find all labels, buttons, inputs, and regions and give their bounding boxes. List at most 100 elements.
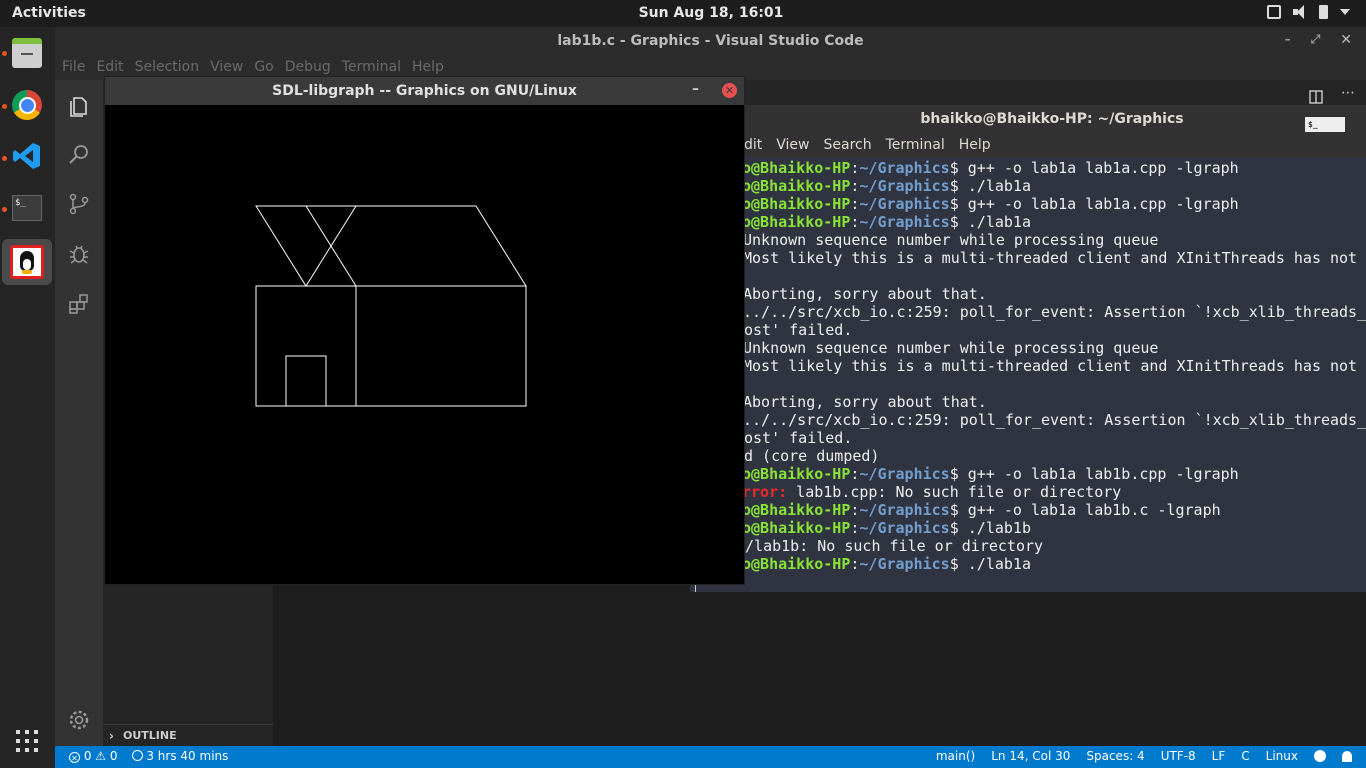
maximize-button[interactable]: ⤢ bbox=[1311, 32, 1321, 48]
terminal-line: Most likely this is a multi-threaded cli… bbox=[690, 357, 1366, 375]
prompt-path: ~/Graphics bbox=[859, 501, 950, 519]
time-text: 3 hrs 40 mins bbox=[146, 749, 229, 763]
feedback-smiley-icon[interactable] bbox=[1314, 750, 1326, 762]
status-position[interactable]: Ln 14, Col 30 bbox=[991, 749, 1070, 763]
gear-icon[interactable] bbox=[67, 708, 91, 732]
terminal-line: Aborting, sorry about that. bbox=[690, 393, 1366, 411]
chevron-right-icon: › bbox=[109, 729, 114, 743]
running-indicator bbox=[2, 207, 7, 212]
term-menu-search[interactable]: Search bbox=[817, 133, 879, 157]
files-launcher[interactable] bbox=[8, 34, 46, 72]
vscode-launcher[interactable] bbox=[8, 137, 46, 175]
status-platform[interactable]: Linux bbox=[1266, 749, 1298, 763]
terminal-line: Aborting, sorry about that. bbox=[690, 285, 1366, 303]
term-menu-help[interactable]: Help bbox=[952, 133, 998, 157]
terminal-line: ../../src/xcb_io.c:259: poll_for_event: … bbox=[690, 303, 1366, 321]
command-text: $ ./lab1a bbox=[949, 555, 1031, 573]
terminal-line: o@Bhaikko-HP:~/Graphics$ ./lab1a bbox=[690, 555, 1366, 573]
penguin-icon bbox=[10, 245, 44, 279]
output-text: ost' failed. bbox=[744, 321, 853, 339]
terminal-line: o@Bhaikko-HP:~/Graphics$ ./lab1a bbox=[690, 213, 1366, 231]
dock: $_ bbox=[0, 27, 55, 768]
prompt-user: o@Bhaikko-HP bbox=[742, 555, 851, 573]
output-text: Aborting, sorry about that. bbox=[743, 285, 987, 303]
prompt-user: o@Bhaikko-HP bbox=[742, 159, 851, 177]
file-cabinet-icon bbox=[12, 38, 42, 68]
top-bar: Activities Sun Aug 18, 16:01 bbox=[0, 0, 1366, 27]
status-spaces[interactable]: Spaces: 4 bbox=[1086, 749, 1144, 763]
clock[interactable]: Sun Aug 18, 16:01 bbox=[0, 5, 1366, 21]
activity-bar bbox=[55, 80, 103, 746]
debug-icon[interactable] bbox=[67, 242, 91, 266]
terminal-badge: $_ bbox=[1305, 117, 1345, 132]
status-language[interactable]: C bbox=[1241, 749, 1249, 763]
sdl-window: SDL-libgraph -- Graphics on GNU/Linux – … bbox=[104, 76, 745, 585]
minimize-button[interactable]: – bbox=[1285, 32, 1291, 48]
outline-section[interactable]: › OUTLINE bbox=[103, 724, 273, 747]
output-text: Unknown sequence number while processing… bbox=[743, 231, 1159, 249]
time-tracker[interactable]: 3 hrs 40 mins bbox=[131, 749, 229, 763]
term-menu-view[interactable]: View bbox=[769, 133, 816, 157]
house-side-wall bbox=[355, 285, 527, 407]
clock-icon bbox=[131, 750, 143, 761]
command-text: $ g++ -o lab1a lab1b.cpp -lgraph bbox=[949, 465, 1239, 483]
output-text: Unknown sequence number while processing… bbox=[743, 339, 1159, 357]
explorer-icon[interactable] bbox=[67, 94, 91, 118]
house-door bbox=[285, 355, 327, 407]
terminal-line: ost' failed. bbox=[690, 321, 1366, 339]
terminal-titlebar: bhaikko@Bhaikko-HP: ~/Graphics $_ bbox=[690, 105, 1366, 133]
output-text: lab1b.cpp: No such file or directory bbox=[787, 483, 1122, 501]
prompt-user: o@Bhaikko-HP bbox=[742, 195, 851, 213]
term-menu-terminal[interactable]: Terminal bbox=[879, 133, 952, 157]
search-icon[interactable] bbox=[67, 142, 91, 166]
running-indicator bbox=[2, 156, 7, 161]
menu-file[interactable]: File bbox=[55, 55, 89, 80]
sdl-libgraph-launcher[interactable] bbox=[2, 239, 52, 285]
prompt-path: ~/Graphics bbox=[859, 213, 950, 231]
house-gable bbox=[255, 205, 357, 287]
sdl-title: SDL-libgraph -- Graphics on GNU/Linux bbox=[272, 83, 577, 99]
terminal-window: bhaikko@Bhaikko-HP: ~/Graphics $_ dit Vi… bbox=[690, 105, 1366, 592]
terminal-menubar: dit View Search Terminal Help bbox=[690, 133, 1366, 157]
status-function[interactable]: main() bbox=[936, 749, 975, 763]
window-title: lab1b.c - Graphics - Visual Studio Code bbox=[557, 33, 864, 49]
warning-icon: ⚠ bbox=[95, 749, 107, 763]
prompt-user: o@Bhaikko-HP bbox=[742, 519, 851, 537]
status-encoding[interactable]: UTF-8 bbox=[1161, 749, 1196, 763]
minimize-button[interactable]: – bbox=[692, 81, 699, 97]
system-tray[interactable] bbox=[1267, 5, 1350, 19]
bell-icon[interactable] bbox=[1342, 750, 1352, 762]
status-eol[interactable]: LF bbox=[1212, 749, 1226, 763]
split-editor-icon[interactable] bbox=[1309, 90, 1323, 104]
terminal-line: Unknown sequence number while processing… bbox=[690, 231, 1366, 249]
output-text: d (core dumped) bbox=[744, 447, 880, 465]
house-front-wall bbox=[255, 285, 357, 407]
output-text: Most likely this is a multi-threaded cli… bbox=[743, 249, 1366, 267]
error-count: 0 bbox=[83, 749, 92, 763]
status-bar: ✕ 0 ⚠ 0 3 hrs 40 mins main() Ln 14, Col … bbox=[55, 746, 1366, 768]
running-indicator bbox=[2, 51, 7, 56]
terminal-line: o@Bhaikko-HP:~/Graphics$ g++ -o lab1a la… bbox=[690, 159, 1366, 177]
close-button[interactable]: ✕ bbox=[1340, 32, 1352, 48]
output-text: ../../src/xcb_io.c:259: poll_for_event: … bbox=[743, 303, 1366, 321]
command-text: $ ./lab1a bbox=[949, 177, 1031, 195]
vscode-icon bbox=[13, 143, 40, 169]
output-text: ost' failed. bbox=[744, 429, 853, 447]
error-label: rror: bbox=[742, 483, 788, 501]
extensions-icon[interactable] bbox=[67, 292, 91, 316]
close-button[interactable]: ✕ bbox=[722, 83, 737, 98]
more-actions-icon[interactable]: ⋯ bbox=[1341, 85, 1355, 101]
command-text: $ g++ -o lab1a lab1a.cpp -lgraph bbox=[949, 195, 1239, 213]
terminal-launcher[interactable]: $_ bbox=[8, 189, 46, 227]
warning-count: 0 bbox=[109, 749, 118, 763]
terminal-line: o@Bhaikko-HP:~/Graphics$ g++ -o lab1a la… bbox=[690, 195, 1366, 213]
terminal-output[interactable]: o@Bhaikko-HP:~/Graphics$ g++ -o lab1a la… bbox=[690, 159, 1366, 592]
chrome-launcher[interactable] bbox=[8, 86, 46, 124]
vscode-titlebar: lab1b.c - Graphics - Visual Studio Code … bbox=[55, 27, 1366, 55]
house-roof bbox=[305, 205, 527, 287]
source-control-icon[interactable] bbox=[67, 192, 91, 216]
apps-grid-icon[interactable] bbox=[16, 730, 38, 752]
problems-indicator[interactable]: ✕ 0 ⚠ 0 bbox=[69, 749, 118, 763]
